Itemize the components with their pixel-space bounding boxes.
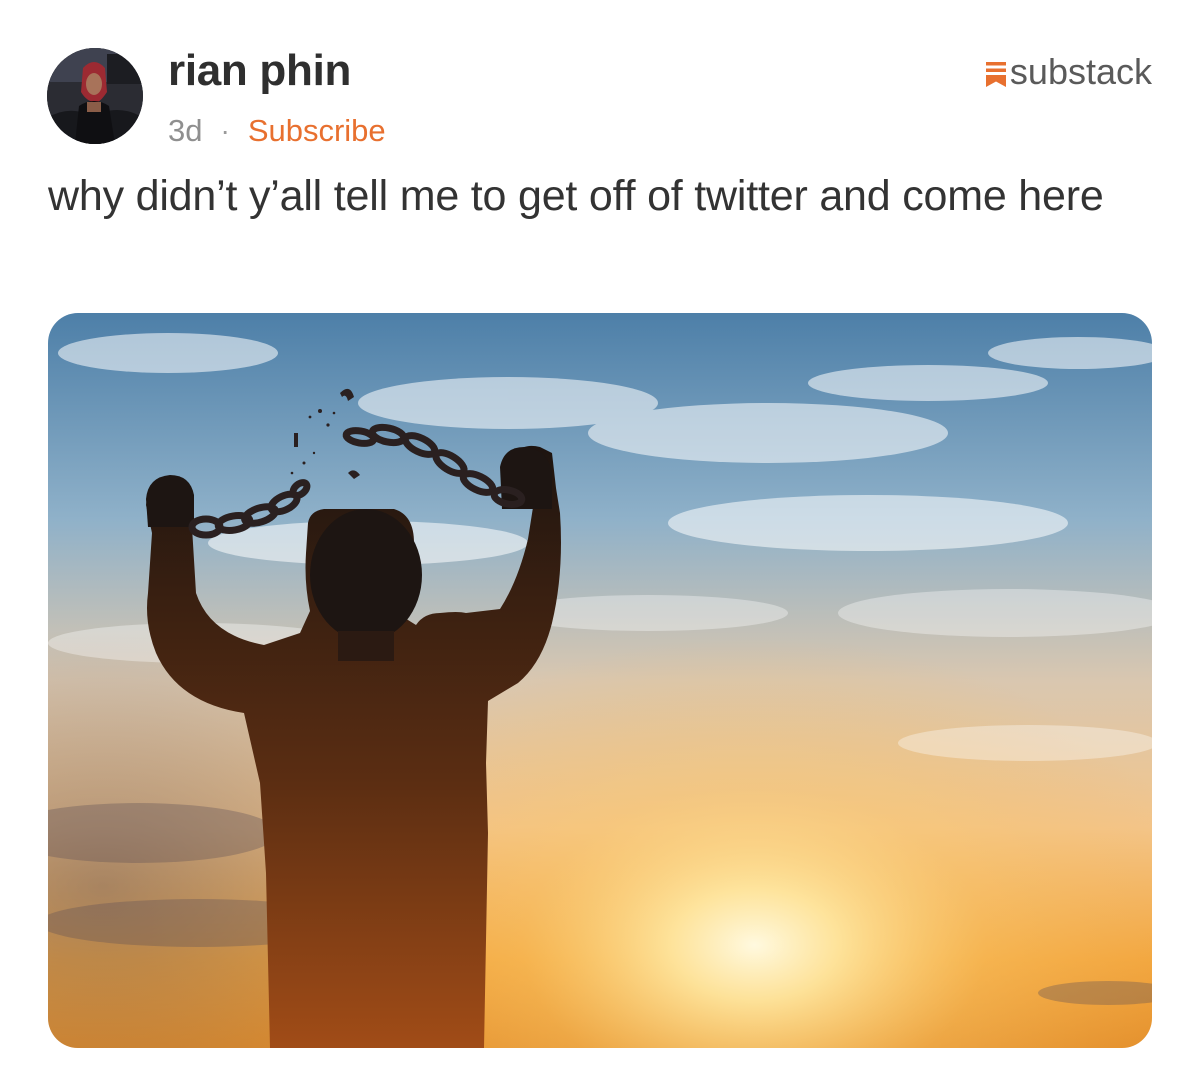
meta-separator: ·: [220, 115, 230, 146]
post-body-text: why didn’t y’all tell me to get off of t…: [48, 172, 1104, 220]
avatar-image: [47, 48, 143, 144]
subscribe-button[interactable]: Subscribe: [248, 113, 386, 149]
post-age: 3d: [168, 113, 203, 148]
silhouette-breaking-chains-sunset-image: [48, 313, 1152, 1048]
brand-name: substack: [1009, 51, 1152, 92]
author-avatar[interactable]: [47, 48, 143, 144]
post-image[interactable]: [48, 313, 1152, 1048]
substack-brand[interactable]: substack: [985, 51, 1152, 92]
substack-logo-icon: [985, 61, 1006, 87]
post-meta: 3d · Subscribe: [168, 113, 386, 149]
author-name[interactable]: rian phin: [168, 44, 351, 98]
